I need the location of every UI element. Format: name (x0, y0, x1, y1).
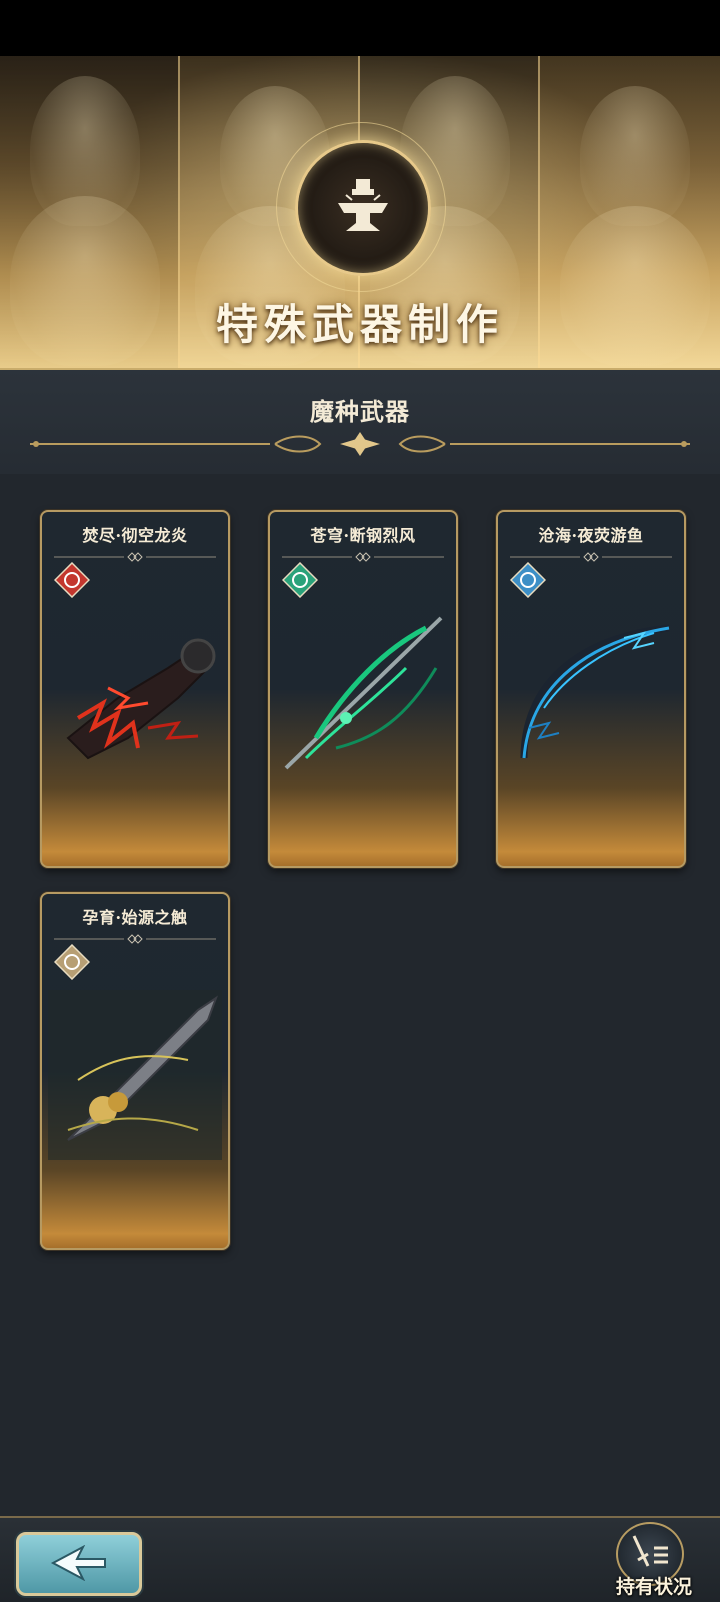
weapon-name: 沧海·夜荧游鱼 (538, 526, 644, 545)
weapon-name: 苍穹·断钢烈风 (310, 526, 416, 545)
earth-element-icon (54, 944, 90, 980)
card-divider (54, 552, 216, 562)
card-divider (510, 552, 672, 562)
anvil-icon (295, 140, 431, 276)
card-divider (54, 934, 216, 944)
status-bar (0, 0, 720, 56)
fire-element-icon (54, 562, 90, 598)
holdings-label: 持有状况 (615, 1576, 692, 1598)
page-title: 特殊武器制作 (215, 300, 504, 349)
back-arrow-icon (50, 1545, 106, 1581)
weapon-card[interactable]: 沧海·夜荧游鱼 (496, 510, 686, 868)
water-element-icon (510, 562, 546, 598)
back-button[interactable] (16, 1532, 142, 1596)
weapon-name: 焚尽·彻空龙炎 (82, 526, 188, 545)
card-divider (282, 552, 444, 562)
weapon-card[interactable]: 焚尽·彻空龙炎 (40, 510, 230, 868)
section-header: 魔种武器 (0, 368, 720, 474)
earth-blade-weapon (48, 990, 222, 1160)
weapon-name: 孕育·始源之触 (82, 908, 188, 927)
section-title: 魔种武器 (310, 397, 410, 426)
fire-gauntlet-weapon (66, 638, 216, 760)
header-ornament (30, 432, 690, 456)
wind-spear-weapon (284, 616, 443, 770)
crafting-banner: 特殊武器制作 (0, 56, 720, 368)
water-bow-weapon (520, 624, 670, 759)
holdings-button[interactable]: 持有状况 (604, 1522, 716, 1600)
wind-element-icon (282, 562, 318, 598)
weapon-card[interactable]: 苍穹·断钢烈风 (268, 510, 458, 868)
weapon-card[interactable]: 孕育·始源之触 (40, 892, 230, 1250)
